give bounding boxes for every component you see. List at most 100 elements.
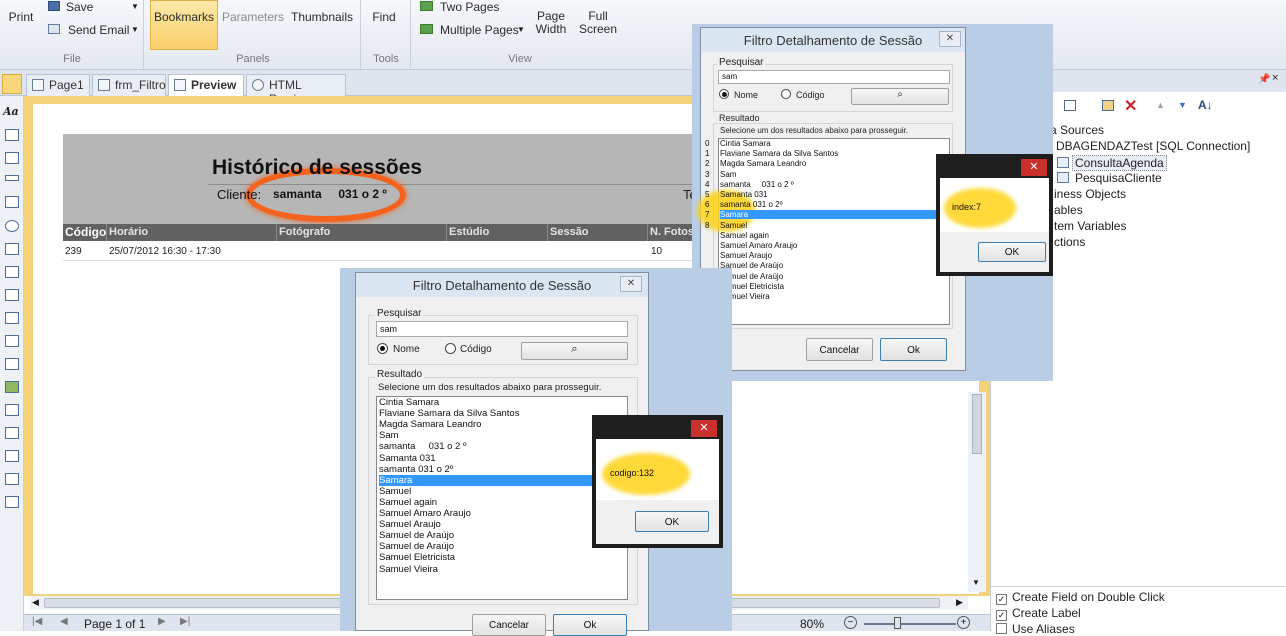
two-pages-button[interactable]: Two Pages — [440, 0, 499, 14]
radio-codigo[interactable] — [781, 89, 791, 99]
tree-item-variables[interactable]: ables — [1054, 203, 1083, 217]
list-item[interactable]: samanta 031 o 2 º — [720, 180, 794, 189]
chart-tool-icon[interactable] — [5, 496, 19, 508]
search-input[interactable]: sam — [376, 321, 628, 337]
move-up-icon[interactable]: ▲ — [1156, 100, 1165, 110]
tab-frm-filtro[interactable]: frm_Filtro — [92, 74, 166, 96]
list-item[interactable]: Samuel de Araújo — [379, 541, 454, 552]
zoom-in-icon[interactable]: + — [957, 616, 970, 629]
tab-page1[interactable]: Page1 — [26, 74, 90, 96]
tree-item-consulta-agenda[interactable]: ConsultaAgenda — [1072, 155, 1167, 171]
scroll-down-icon[interactable]: ▼ — [972, 578, 980, 587]
cancel-button[interactable]: Cancelar — [472, 614, 546, 636]
ok-button[interactable]: Ok — [880, 338, 947, 361]
full-screen-button[interactable]: Full Screen — [578, 10, 618, 36]
radio-codigo[interactable] — [445, 343, 456, 354]
list-item[interactable]: Samuel again — [379, 497, 437, 508]
search-button[interactable]: ⌕ — [851, 88, 949, 105]
send-email-button[interactable]: Send Email — [68, 23, 129, 37]
list-item[interactable]: Samuel Araujo — [379, 519, 441, 530]
find-button[interactable]: Find — [368, 10, 400, 24]
list-item[interactable]: Flaviane Samara da Silva Santos — [379, 408, 519, 419]
edit-icon[interactable] — [1102, 100, 1114, 111]
use-aliases-checkbox[interactable]: Use Aliases — [996, 622, 1075, 636]
tree-item-business-objects[interactable]: iness Objects — [1054, 187, 1126, 201]
zoom-slider-thumb[interactable] — [894, 617, 901, 629]
thumbnails-button[interactable]: Thumbnails — [290, 10, 354, 24]
shape-tool-icon[interactable] — [5, 473, 19, 485]
list-item[interactable]: Samara — [379, 474, 595, 486]
radio-tool-icon[interactable] — [5, 220, 19, 232]
search-button[interactable]: ⌕ — [521, 342, 628, 360]
save-dropdown-icon[interactable]: ▼ — [131, 2, 139, 11]
list-item[interactable]: Samuel Eletricista — [379, 552, 455, 563]
tab-preview[interactable]: Preview — [168, 74, 244, 96]
ok-button[interactable]: OK — [635, 511, 709, 532]
list-item[interactable]: Samuel again — [720, 231, 769, 240]
close-icon[interactable]: × — [1272, 72, 1278, 84]
zoom-out-icon[interactable]: − — [844, 616, 857, 629]
ok-button[interactable]: Ok — [553, 614, 627, 636]
close-button[interactable]: ✕ — [1021, 159, 1047, 176]
scroll-thumb[interactable] — [972, 394, 982, 454]
multiple-pages-button[interactable]: Multiple Pages — [440, 23, 519, 37]
scroll-left-icon[interactable]: ◀ — [32, 597, 39, 608]
tree-item-pesquisa-cliente[interactable]: PesquisaCliente — [1075, 171, 1162, 185]
pointer-icon[interactable] — [2, 74, 22, 94]
sort-icon[interactable]: A↓ — [1198, 98, 1213, 112]
ok-button[interactable]: OK — [978, 242, 1046, 262]
create-field-checkbox[interactable]: ✓ Create Field on Double Click — [996, 590, 1165, 605]
close-button[interactable]: ✕ — [691, 420, 717, 437]
list-item[interactable]: Cintia Samara — [720, 139, 771, 148]
list-item[interactable]: Samuel — [720, 221, 747, 230]
radio-nome[interactable] — [719, 89, 729, 99]
save-button[interactable]: Save — [66, 0, 93, 14]
image-tool-icon[interactable] — [5, 381, 19, 393]
table-tool-icon[interactable] — [5, 243, 19, 255]
tree-item-system-variables[interactable]: tem Variables — [1054, 219, 1126, 233]
list-item[interactable]: Sam — [720, 170, 736, 179]
multiple-pages-dropdown-icon[interactable]: ▼ — [517, 25, 525, 34]
list-item[interactable]: samanta 031 o 2º — [720, 200, 783, 209]
send-email-dropdown-icon[interactable]: ▼ — [131, 25, 139, 34]
delete-icon[interactable]: ✕ — [1124, 96, 1137, 116]
create-label-checkbox[interactable]: ✓ Create Label — [996, 606, 1081, 621]
zoom-slider[interactable] — [864, 623, 956, 625]
tree-item-data-sources[interactable]: a Sources — [1050, 123, 1104, 137]
radio-nome[interactable] — [377, 343, 388, 354]
field-tool-icon[interactable] — [5, 152, 19, 164]
scroll-right-icon[interactable]: ▶ — [956, 597, 963, 608]
list-item[interactable]: Samanta 031 — [720, 190, 768, 199]
subreport-tool-icon[interactable] — [5, 312, 19, 324]
list-item[interactable]: Samuel Amaro Araujo — [379, 508, 471, 519]
list-item[interactable]: Samuel — [379, 486, 411, 497]
page-width-button[interactable]: Page Width — [532, 10, 570, 36]
list-item[interactable]: Samuel Araujo — [720, 251, 772, 260]
first-page-icon[interactable]: |◀ — [32, 616, 42, 627]
list-item[interactable]: Samara — [720, 210, 944, 220]
counter-tool-icon[interactable] — [5, 358, 19, 370]
move-down-icon[interactable]: ▼ — [1178, 100, 1187, 110]
tree-tool-icon[interactable] — [5, 427, 19, 439]
list-item[interactable]: Samuel Amaro Araujo — [720, 241, 797, 250]
tree-item-connection[interactable]: DBAGENDAZTest [SQL Connection] — [1056, 139, 1250, 153]
close-button[interactable]: ✕ — [939, 31, 961, 47]
cancel-button[interactable]: Cancelar — [806, 338, 873, 361]
list-item[interactable]: Samanta 031 — [379, 453, 436, 464]
panel-tool-icon[interactable] — [5, 289, 19, 301]
tree-item-functions[interactable]: ctions — [1054, 235, 1085, 249]
search-input[interactable]: sam — [718, 70, 950, 84]
textbox-tool-icon[interactable] — [5, 129, 19, 141]
checkbox-tool-icon[interactable] — [5, 196, 19, 208]
bookmarks-button[interactable] — [150, 0, 218, 50]
grid-tool-icon[interactable] — [5, 335, 19, 347]
list-item[interactable]: Sam — [379, 430, 399, 441]
new-item-icon[interactable] — [1064, 100, 1076, 111]
parameters-button[interactable]: Parameters — [222, 10, 284, 24]
list-item[interactable]: Cintia Samara — [379, 397, 439, 408]
next-page-icon[interactable]: ▶ — [158, 616, 166, 627]
vertical-scrollbar[interactable]: ▼ — [968, 392, 986, 592]
text-tool-icon[interactable]: Aa — [3, 105, 19, 118]
last-page-icon[interactable]: ▶| — [180, 616, 190, 627]
list-item[interactable]: samanta 031 o 2 º — [379, 441, 466, 452]
